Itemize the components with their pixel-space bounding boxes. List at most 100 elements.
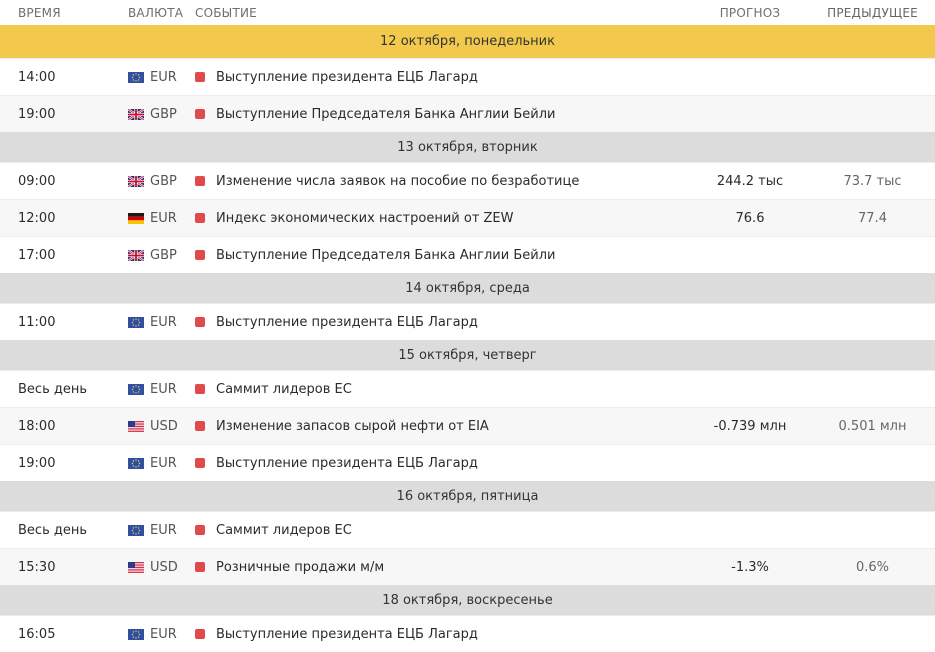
event-forecast: -1.3% <box>731 559 769 575</box>
event-currency: EUR <box>110 315 195 330</box>
event-currency: USD <box>110 419 195 434</box>
event-row[interactable]: 16:05 EUR Выступление президента ЕЦБ Лагар… <box>0 615 935 652</box>
event-cell: Выступление президента ЕЦБ Лагард <box>195 315 690 330</box>
event-row[interactable]: 14:00 EUR Выступление президента ЕЦБ Лагар… <box>0 58 935 95</box>
event-title[interactable]: Саммит лидеров ЕС <box>216 523 352 538</box>
currency-code: GBP <box>150 247 177 263</box>
event-time: 14:00 <box>18 69 56 85</box>
eu-flag-icon <box>128 383 144 395</box>
calendar-body: 12 октября, понедельник 14:00 EUR Выступлен… <box>0 25 935 652</box>
event-previous: 77.4 <box>858 210 887 226</box>
event-time: Весь день <box>18 522 88 538</box>
day-header: 18 октября, воскресенье <box>0 585 935 615</box>
event-forecast: 244.2 тыс <box>716 173 784 189</box>
currency-code: USD <box>150 559 178 575</box>
event-time: 16:05 <box>18 626 56 642</box>
day-header: 16 октября, пятница <box>0 481 935 511</box>
event-cell: Розничные продажи м/м <box>195 560 690 575</box>
event-time: 19:00 <box>18 455 56 471</box>
event-row[interactable]: 18:00 USD Изменение запасов сырой нефти от… <box>0 407 935 444</box>
event-title[interactable]: Розничные продажи м/м <box>216 560 384 575</box>
event-currency: USD <box>110 560 195 575</box>
eu-flag-icon <box>128 628 144 640</box>
event-cell: Саммит лидеров ЕС <box>195 382 690 397</box>
uk-flag-icon <box>128 249 144 261</box>
economic-calendar: ВРЕМЯ ВАЛЮТА СОБЫТИЕ ПРОГНОЗ ПРЕДЫДУЩЕЕ … <box>0 0 935 652</box>
event-currency: GBP <box>110 174 195 189</box>
eu-flag-icon <box>128 524 144 536</box>
currency-code: EUR <box>150 314 177 330</box>
currency-code: USD <box>150 418 178 434</box>
high-importance-icon <box>195 525 205 535</box>
event-row[interactable]: Весь день EUR Саммит лидеров ЕС <box>0 370 935 407</box>
day-header: 14 октября, среда <box>0 273 935 303</box>
high-importance-icon <box>195 213 205 223</box>
eu-flag-icon <box>128 71 144 83</box>
event-row[interactable]: Весь день EUR Саммит лидеров ЕС <box>0 511 935 548</box>
high-importance-icon <box>195 458 205 468</box>
event-row[interactable]: 17:00 GBP Выступление Председателя Банка А… <box>0 236 935 273</box>
high-importance-icon <box>195 109 205 119</box>
currency-code: EUR <box>150 381 177 397</box>
event-title[interactable]: Выступление президента ЕЦБ Лагард <box>216 627 478 642</box>
event-currency: EUR <box>110 523 195 538</box>
event-row[interactable]: 11:00 EUR Выступление президента ЕЦБ Лагар… <box>0 303 935 340</box>
event-currency: EUR <box>110 627 195 642</box>
us-flag-icon <box>128 561 144 573</box>
currency-code: EUR <box>150 522 177 538</box>
event-cell: Изменение запасов сырой нефти от EIA <box>195 419 690 434</box>
event-title[interactable]: Выступление президента ЕЦБ Лагард <box>216 70 478 85</box>
event-currency: GBP <box>110 107 195 122</box>
event-title[interactable]: Изменение запасов сырой нефти от EIA <box>216 419 489 434</box>
event-cell: Выступление президента ЕЦБ Лагард <box>195 456 690 471</box>
event-cell: Индекс экономических настроений от ZEW <box>195 211 690 226</box>
event-row[interactable]: 12:00 EUR Индекс экономических настроений … <box>0 199 935 236</box>
header-currency: ВАЛЮТА <box>128 5 184 20</box>
event-cell: Выступление Председателя Банка Англии Бе… <box>195 248 690 263</box>
event-currency: EUR <box>110 70 195 85</box>
event-time: 12:00 <box>18 210 56 226</box>
high-importance-icon <box>195 72 205 82</box>
event-previous: 0.6% <box>855 559 890 575</box>
high-importance-icon <box>195 317 205 327</box>
uk-flag-icon <box>128 108 144 120</box>
event-title[interactable]: Выступление президента ЕЦБ Лагард <box>216 456 478 471</box>
high-importance-icon <box>195 421 205 431</box>
event-cell: Изменение числа заявок на пособие по без… <box>195 174 690 189</box>
event-title[interactable]: Саммит лидеров ЕС <box>216 382 352 397</box>
event-title[interactable]: Выступление Председателя Банка Англии Бе… <box>216 107 555 122</box>
high-importance-icon <box>195 562 205 572</box>
event-cell: Выступление президента ЕЦБ Лагард <box>195 70 690 85</box>
event-row[interactable]: 19:00 GBP Выступление Председателя Банка А… <box>0 95 935 132</box>
header-forecast: ПРОГНОЗ <box>719 5 781 20</box>
event-title[interactable]: Индекс экономических настроений от ZEW <box>216 211 514 226</box>
currency-code: EUR <box>150 210 177 226</box>
event-title[interactable]: Изменение числа заявок на пособие по без… <box>216 174 579 189</box>
event-title[interactable]: Выступление президента ЕЦБ Лагард <box>216 315 478 330</box>
eu-flag-icon <box>128 457 144 469</box>
currency-code: GBP <box>150 173 177 189</box>
event-previous: 73.7 тыс <box>843 173 902 189</box>
event-row[interactable]: 15:30 USD Розничные продажи м/м -1.3% 0.6% <box>0 548 935 585</box>
event-row[interactable]: 19:00 EUR Выступление президента ЕЦБ Лагар… <box>0 444 935 481</box>
event-forecast: -0.739 млн <box>713 418 787 434</box>
event-time: Весь день <box>18 381 88 397</box>
event-cell: Саммит лидеров ЕС <box>195 523 690 538</box>
day-header: 12 октября, понедельник <box>0 25 935 58</box>
event-title[interactable]: Выступление Председателя Банка Англии Бе… <box>216 248 555 263</box>
event-currency: GBP <box>110 248 195 263</box>
event-currency: EUR <box>110 382 195 397</box>
currency-code: GBP <box>150 106 177 122</box>
table-header: ВРЕМЯ ВАЛЮТА СОБЫТИЕ ПРОГНОЗ ПРЕДЫДУЩЕЕ <box>0 0 935 25</box>
event-currency: EUR <box>110 211 195 226</box>
day-header: 15 октября, четверг <box>0 340 935 370</box>
event-previous: 0.501 млн <box>838 418 907 434</box>
high-importance-icon <box>195 629 205 639</box>
high-importance-icon <box>195 384 205 394</box>
event-row[interactable]: 09:00 GBP Изменение числа заявок на пособи… <box>0 162 935 199</box>
event-currency: EUR <box>110 456 195 471</box>
high-importance-icon <box>195 250 205 260</box>
event-time: 17:00 <box>18 247 56 263</box>
event-time: 15:30 <box>18 559 56 575</box>
event-time: 19:00 <box>18 106 56 122</box>
